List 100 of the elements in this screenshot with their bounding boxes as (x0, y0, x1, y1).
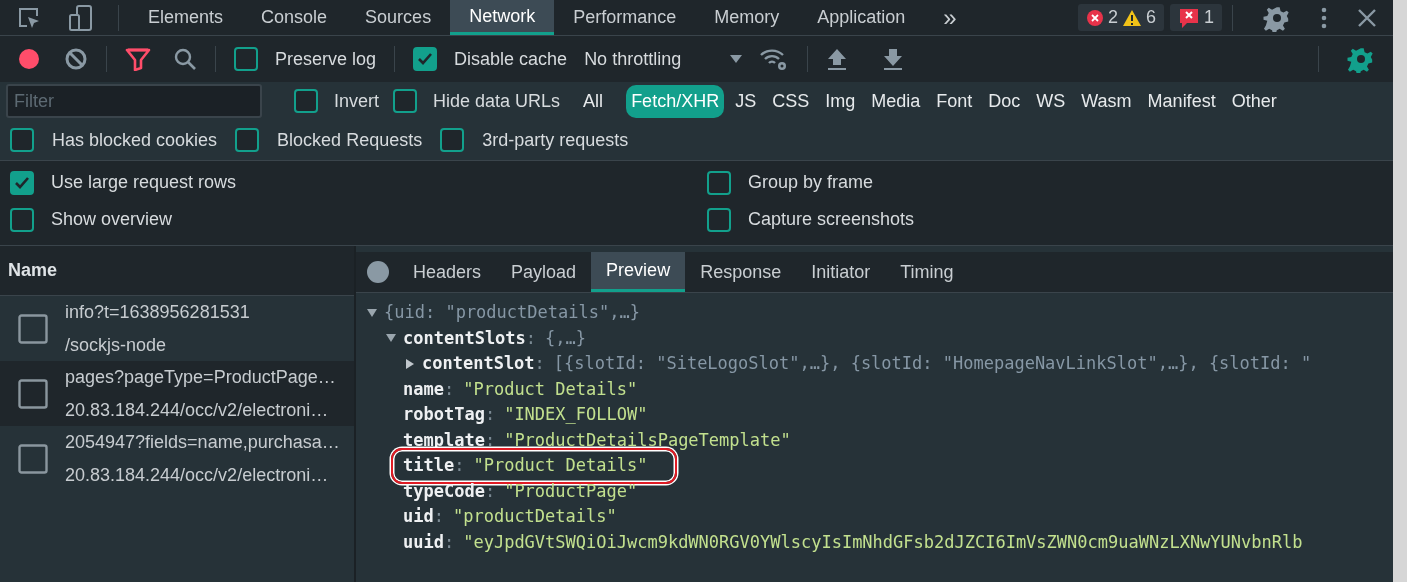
checkbox[interactable] (393, 89, 418, 113)
caret-icon (729, 54, 744, 64)
clear-icon[interactable] (64, 47, 88, 71)
property-key: robotTag (403, 402, 485, 428)
object-preview: [{slotId: "SiteLogoSlot",…}, {slotId: "HomepageNavLinkSlot",…}, {slotId: " (553, 352, 1312, 375)
string-value: "ProductPage" (504, 479, 638, 503)
collapsed-arrow-icon[interactable] (404, 357, 416, 370)
record-icon[interactable] (16, 46, 42, 72)
settings-icon[interactable] (1347, 45, 1375, 73)
close-icon[interactable] (1357, 7, 1377, 28)
more-icon[interactable] (1321, 5, 1327, 30)
checkbox[interactable] (10, 128, 34, 152)
document-icon (18, 378, 48, 409)
property-key: uid (403, 504, 434, 530)
upload-icon[interactable] (826, 47, 849, 71)
type-filter[interactable]: Doc (983, 84, 1026, 118)
colon: : (484, 403, 496, 426)
issues-counter[interactable]: 1 (1170, 4, 1222, 31)
request-row[interactable]: 2054947?fields=name,purchasa… 20.83.184.244/occ/v2/electroni… (0, 426, 354, 491)
checkbox[interactable] (234, 47, 258, 71)
checkbox-label: Hide data URLs (433, 89, 561, 113)
type-filter[interactable]: Manifest (1142, 84, 1221, 118)
string-value: "ProductDetailsPageTemplate" (504, 428, 791, 452)
panel-tab[interactable]: Console (242, 0, 347, 35)
checkbox-label: Blocked Requests (277, 128, 423, 152)
checkbox-label: Group by frame (748, 171, 874, 194)
property-key: name (403, 376, 444, 402)
panel-tab[interactable]: Performance (554, 0, 696, 35)
colon: : (534, 352, 545, 375)
type-filter[interactable]: All (578, 84, 609, 118)
checkbox-label: Capture screenshots (748, 208, 915, 231)
request-path: 20.83.184.244/occ/v2/electroni… (65, 463, 330, 487)
detail-tab[interactable]: Preview (591, 252, 686, 292)
type-filter[interactable]: Media (866, 84, 926, 118)
document-icon (18, 313, 48, 344)
issue-count: 1 (1204, 6, 1214, 29)
checkbox[interactable] (707, 170, 731, 195)
colon: : (525, 326, 537, 350)
checkbox[interactable] (440, 128, 465, 152)
panel-tab[interactable]: Sources (346, 0, 451, 35)
string-value: "INDEX_FOLLOW" (504, 403, 648, 426)
request-row[interactable]: pages?pageType=ProductPage… 20.83.184.244/occ/v2/electroni… (0, 361, 354, 426)
error-count: 2 (1107, 6, 1118, 29)
document-icon (18, 443, 48, 474)
type-filter[interactable]: WS (1031, 84, 1071, 118)
checkbox[interactable] (413, 47, 438, 71)
checkmark-icon (417, 52, 434, 66)
checkbox[interactable] (707, 207, 731, 232)
detail-tab[interactable]: Timing (885, 252, 969, 292)
object-preview: {uid: "productDetails",…} (384, 301, 640, 324)
object-preview: {,…} (545, 326, 587, 350)
more-tabs-button[interactable]: » (924, 0, 976, 35)
panel-tab[interactable]: Network (450, 0, 555, 35)
property-key: contentSlots (403, 325, 526, 351)
throttling-dropdown[interactable]: No throttling (584, 45, 744, 73)
error-icon (1085, 8, 1104, 27)
console-counter[interactable]: 2 6 (1077, 4, 1164, 31)
checkbox-label: 3rd-party requests (482, 128, 629, 152)
download-icon[interactable] (882, 47, 905, 71)
request-path: 20.83.184.244/occ/v2/electroni… (65, 398, 330, 422)
checkbox[interactable] (235, 128, 260, 152)
search-icon[interactable] (173, 47, 197, 71)
detail-tab[interactable]: Response (685, 252, 797, 292)
column-header[interactable]: Name (0, 246, 354, 296)
expanded-arrow-icon[interactable] (366, 306, 378, 319)
checkbox-label: Disable cache (454, 47, 568, 71)
type-filter[interactable]: Wasm (1076, 84, 1137, 118)
panel-tab[interactable]: Memory (695, 0, 799, 35)
type-filter[interactable]: Other (1226, 84, 1282, 118)
checkbox[interactable] (294, 89, 318, 113)
property-key: uuid (403, 529, 444, 555)
issue-icon (1178, 6, 1200, 29)
checkmark-icon (14, 175, 30, 190)
colon: : (484, 428, 496, 452)
checkbox[interactable] (10, 170, 34, 195)
filter-input[interactable]: Filter (6, 84, 262, 118)
colon: : (484, 479, 496, 503)
type-filter[interactable]: CSS (767, 84, 815, 118)
detail-tab[interactable]: Payload (496, 252, 592, 292)
colon: : (443, 530, 455, 554)
detail-tab[interactable]: Initiator (796, 252, 886, 292)
request-name: 2054947?fields=name,purchasa… (65, 430, 340, 454)
request-name: info?t=1638956281531 (65, 300, 250, 324)
string-value: "Product Details" (463, 377, 638, 401)
scrollbar[interactable] (1393, 0, 1407, 582)
panel-tab[interactable]: Application (798, 0, 925, 35)
colon: : (433, 505, 444, 528)
device-icon[interactable] (68, 3, 94, 32)
type-filter[interactable]: Img (820, 84, 861, 118)
filter-icon[interactable] (125, 47, 151, 71)
checkbox[interactable] (10, 207, 34, 232)
warning-count: 6 (1145, 6, 1156, 29)
type-filter[interactable]: Font (931, 84, 978, 118)
checkbox-label: Invert (334, 89, 380, 113)
detail-tab[interactable]: Headers (398, 252, 497, 292)
type-filter[interactable]: JS (730, 84, 762, 118)
property-key: title (403, 453, 455, 479)
panel-tab[interactable]: Elements (129, 0, 243, 35)
checkbox-label: Has blocked cookies (52, 128, 218, 152)
string-value: "eyJpdGVtSWQiOiJwcm9kdWN0RGV0YWlscyIsImNhdGFsb2dJZCI6ImVsZWN0cm9uaWNzLXNwYUNvbnRlb (463, 530, 1303, 554)
